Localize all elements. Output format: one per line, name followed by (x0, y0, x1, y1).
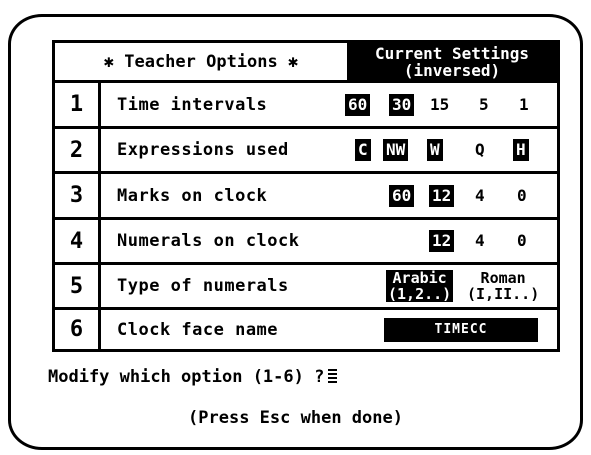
teacher-options-title: ✱ Teacher Options ✱ (103, 51, 299, 72)
option-row-clock-face-name[interactable]: 6 Clock face name TIMECC (55, 310, 557, 349)
teacher-options-table: ✱ Teacher Options ✱ Current Settings (in… (52, 40, 560, 352)
setting-value-w: W (427, 139, 443, 161)
setting-value-0: 0 (517, 231, 527, 250)
roman-label: Roman (480, 269, 526, 287)
option-number: 6 (55, 310, 101, 349)
table-header: ✱ Teacher Options ✱ Current Settings (in… (55, 43, 557, 83)
option-row-expressions-used[interactable]: 2 Expressions used C NW W Q H (55, 129, 557, 174)
setting-value-60: 60 (345, 93, 371, 116)
option-number: 5 (55, 265, 101, 307)
option-label: Clock face name (117, 319, 279, 340)
setting-value-5: 5 (479, 94, 489, 114)
setting-value-roman: Roman (I,II..) (467, 270, 539, 302)
option-row-type-of-numerals[interactable]: 5 Type of numerals Arabic (1,2..) Roman … (55, 265, 557, 310)
setting-value-arabic: Arabic (1,2..) (386, 269, 454, 303)
roman-example: (I,II..) (467, 285, 540, 303)
setting-value-4: 4 (475, 231, 485, 250)
current-settings-title: Current Settings (374, 44, 530, 63)
setting-value-1: 1 (519, 94, 529, 114)
option-row-time-intervals[interactable]: 1 Time intervals 60 30 15 5 1 (55, 83, 557, 129)
option-label: Numerals on clock (117, 231, 300, 251)
modify-prompt[interactable]: Modify which option (1-6) ? (48, 367, 338, 387)
clock-face-name-value: TIMECC (384, 317, 538, 342)
current-settings-header: Current Settings (inversed) (347, 43, 557, 80)
option-number: 2 (55, 129, 101, 171)
setting-value-c: C (355, 139, 371, 161)
option-row-numerals-on-clock[interactable]: 4 Numerals on clock 12 4 0 (55, 220, 557, 265)
prompt-text: Modify which option (1-6) ? (48, 367, 325, 387)
inversed-note: (inversed) (403, 61, 501, 80)
input-cursor[interactable] (328, 369, 338, 383)
arabic-label: Arabic (392, 269, 447, 287)
setting-value-12: 12 (429, 184, 455, 207)
option-row-marks-on-clock[interactable]: 3 Marks on clock 60 12 4 0 (55, 174, 557, 220)
esc-hint: (Press Esc when done) (188, 408, 403, 428)
setting-value-15: 15 (430, 94, 450, 114)
setting-value-60: 60 (389, 184, 415, 207)
option-number: 1 (55, 83, 101, 126)
setting-value-12: 12 (429, 230, 455, 252)
setting-value-nw: NW (383, 139, 409, 161)
option-label: Expressions used (117, 140, 289, 160)
setting-value-0: 0 (517, 185, 527, 205)
setting-value-h: H (513, 139, 529, 161)
setting-value-30: 30 (389, 93, 415, 116)
option-label: Marks on clock (117, 185, 268, 206)
option-number: 3 (55, 174, 101, 217)
setting-value-4: 4 (475, 185, 485, 205)
arabic-example: (1,2..) (388, 285, 452, 303)
option-number: 4 (55, 220, 101, 262)
option-label: Type of numerals (117, 276, 289, 296)
setting-value-q: Q (475, 140, 485, 159)
option-label: Time intervals (117, 94, 268, 115)
